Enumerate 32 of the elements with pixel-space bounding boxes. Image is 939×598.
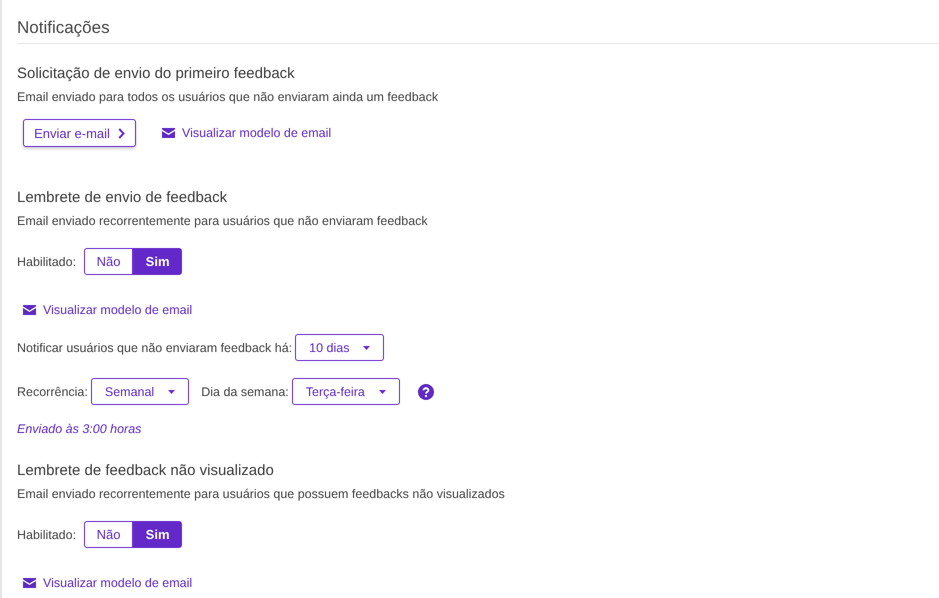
caret-icon [378, 390, 386, 394]
view-template-link[interactable]: Visualizar modelo de email [23, 303, 192, 317]
caret-icon [363, 346, 370, 350]
field-label: Recorrência: [17, 384, 88, 398]
toggle-option[interactable]: Não [84, 248, 134, 275]
section-title: Lembrete de feedback não visualizado [17, 462, 275, 480]
toggle-option[interactable]: Sim [133, 248, 182, 275]
section-title: Lembrete de envio de feedback [17, 189, 228, 207]
schedule-note: Enviado às 3:00 horas [17, 422, 142, 436]
toggle-option[interactable]: Não [84, 521, 134, 548]
view-template-link[interactable]: Visualizar modelo de email [23, 576, 192, 590]
help-icon[interactable] [418, 384, 434, 400]
send-email-button[interactable]: Enviar e-mail [23, 119, 136, 147]
section-description: Email enviado recorrentemente para usuários que não enviaram feedback [17, 213, 429, 229]
view-template-link[interactable]: Visualizar modelo de email [162, 126, 332, 140]
page-heading: Notificações [17, 17, 111, 38]
envelope-icon [23, 578, 36, 588]
envelope-icon [162, 128, 175, 138]
dropdown[interactable]: 10 dias [295, 334, 384, 361]
field-label: Habilitado: [17, 528, 76, 542]
field-label: Notificar usuários que não enviaram feedback há: [17, 340, 292, 354]
field-label: Dia da semana: [201, 384, 289, 398]
chevron-right-icon [118, 128, 125, 138]
field-label: Habilitado: [17, 254, 76, 268]
section-description: Email enviado para todos os usuários que não enviaram ainda um feedback [17, 89, 440, 105]
section-title: Solicitação de envio do primeiro feedback [17, 65, 296, 83]
caret-icon [168, 390, 176, 394]
toggle-option[interactable]: Sim [133, 521, 182, 548]
dropdown[interactable]: Terça-feira [292, 378, 400, 405]
section-description: Email enviado recorrentemente para usuários que possuem feedbacks não visualizados [17, 486, 506, 502]
envelope-icon [23, 305, 36, 315]
dropdown[interactable]: Semanal [90, 378, 190, 405]
